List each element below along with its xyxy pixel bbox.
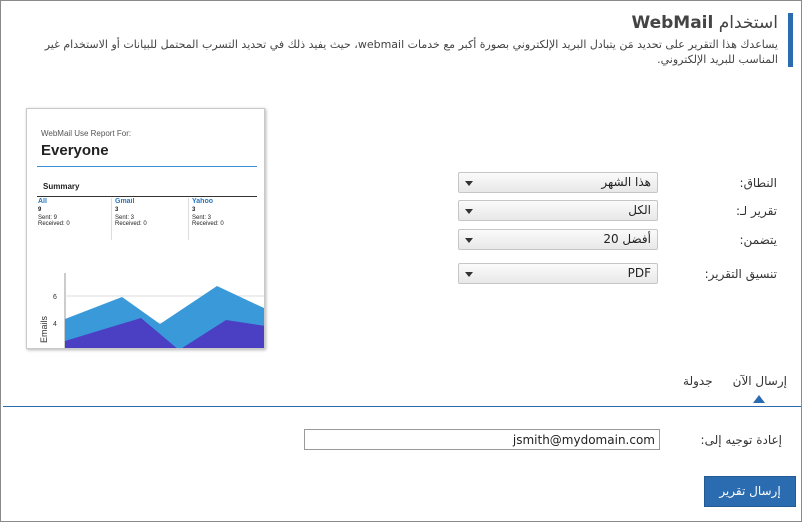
chevron-down-icon — [465, 238, 473, 243]
preview-area-chart: Emails 6 4 — [39, 273, 264, 348]
chevron-down-icon — [465, 209, 473, 214]
preview-column-received: Received: 0 — [192, 221, 224, 227]
format-select-value: PDF — [627, 266, 651, 280]
preview-column-count: 3 — [192, 207, 196, 213]
report-description: يساعدك هذا التقرير على تحديد مَن يتبادل … — [44, 38, 778, 66]
format-label: تنسيق التقرير: — [704, 267, 777, 281]
report-for-select-value: الكل — [628, 203, 651, 217]
preview-chart-tick: 4 — [53, 321, 57, 328]
tab-bar: إرسال الآن جدولة — [683, 374, 787, 403]
active-tab-indicator-icon — [753, 395, 765, 403]
preview-column-name: Gmail — [115, 198, 135, 205]
includes-label: يتضمن: — [739, 233, 777, 247]
redirect-label: إعادة توجيه إلى: — [700, 433, 782, 447]
preview-summary-heading: Summary — [37, 176, 257, 197]
preview-column: Gmail 3 Sent: 3 Received: 0 — [112, 198, 189, 240]
page-title: استخدام WebMail — [33, 13, 778, 33]
preview-divider — [37, 166, 257, 167]
report-header: استخدام WebMail يساعدك هذا التقرير على ت… — [33, 13, 793, 67]
preview-column: All 9 Sent: 9 Received: 0 — [35, 198, 112, 240]
includes-row: يتضمن: أفضل 20 — [457, 229, 777, 251]
preview-column-received: Received: 0 — [38, 221, 70, 227]
report-for-select[interactable]: الكل — [458, 200, 658, 221]
report-for-label: تقرير لـ: — [735, 204, 777, 218]
scope-select-value: هذا الشهر — [601, 175, 651, 189]
preview-summary-columns: All 9 Sent: 9 Received: 0 Gmail 3 Sent: … — [35, 198, 264, 240]
tab-schedule-label: جدولة — [683, 374, 713, 388]
preview-column-name: All — [38, 198, 47, 205]
preview-chart-ylabel: Emails — [39, 315, 49, 343]
report-for-row: تقرير لـ: الكل — [457, 200, 777, 222]
report-panel: استخدام WebMail يساعدك هذا التقرير على ت… — [0, 0, 802, 522]
preview-column-name: Yahoo — [192, 198, 214, 205]
tab-send-now-label: إرسال الآن — [732, 374, 787, 388]
title-prefix: استخدام — [718, 13, 778, 33]
includes-select-value: أفضل 20 — [603, 232, 651, 246]
tab-divider — [3, 406, 801, 407]
preview-column-count: 9 — [38, 207, 42, 213]
preview-title: Everyone — [41, 142, 109, 159]
title-brand: WebMail — [631, 13, 714, 33]
format-select[interactable]: PDF — [458, 263, 658, 284]
includes-select[interactable]: أفضل 20 — [458, 229, 658, 250]
format-row: تنسيق التقرير: PDF — [457, 263, 777, 285]
report-preview: WebMail Use Report For: Everyone Summary… — [26, 108, 265, 349]
preview-chart-tick: 6 — [53, 294, 57, 301]
preview-column: Yahoo 3 Sent: 3 Received: 0 — [189, 198, 264, 240]
send-report-button[interactable]: إرسال تقرير — [704, 476, 796, 507]
chevron-down-icon — [465, 181, 473, 186]
tab-send-now[interactable]: إرسال الآن — [732, 374, 787, 403]
chevron-down-icon — [465, 272, 473, 277]
preview-column-count: 3 — [115, 207, 119, 213]
scope-row: النطاق: هذا الشهر — [457, 172, 777, 194]
preview-caption: WebMail Use Report For: — [41, 129, 132, 138]
scope-select[interactable]: هذا الشهر — [458, 172, 658, 193]
redirect-email-field[interactable] — [304, 429, 660, 450]
scope-label: النطاق: — [739, 176, 777, 190]
preview-column-received: Received: 0 — [115, 221, 147, 227]
tab-schedule[interactable]: جدولة — [683, 374, 713, 388]
